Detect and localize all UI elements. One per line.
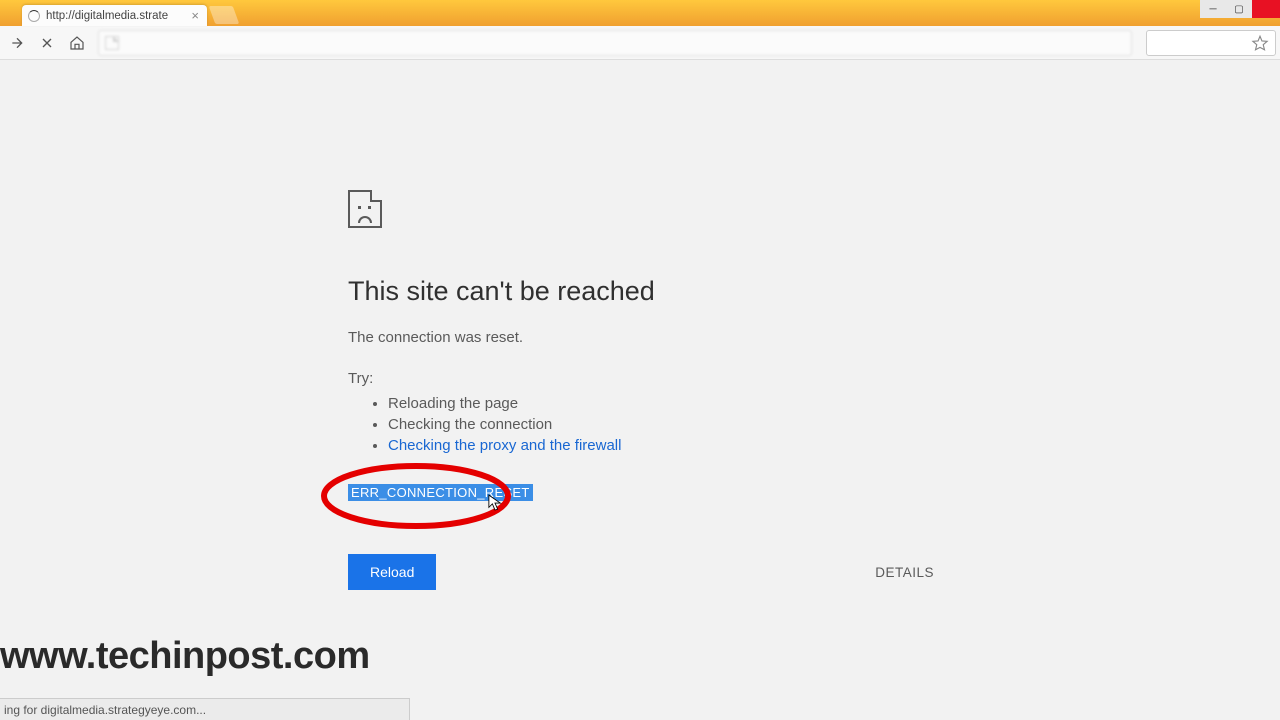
- nav-forward-button[interactable]: [4, 30, 30, 56]
- cursor-icon: [488, 494, 502, 517]
- window-maximize-button[interactable]: ▢: [1226, 0, 1252, 18]
- page-content: This site can't be reached The connectio…: [0, 60, 1280, 720]
- address-bar[interactable]: [98, 30, 1132, 56]
- error-subtitle: The connection was reset.: [348, 329, 948, 346]
- sad-page-icon: [348, 190, 382, 228]
- window-controls: ─ ▢: [1200, 0, 1280, 18]
- bookmark-box[interactable]: [1146, 30, 1276, 56]
- window-minimize-button[interactable]: ─: [1200, 0, 1226, 18]
- error-buttons-row: Reload DETAILS: [348, 554, 934, 590]
- star-icon: [1251, 34, 1269, 52]
- arrow-forward-icon: [9, 35, 25, 51]
- error-try-label: Try:: [348, 370, 948, 387]
- tab-close-icon[interactable]: ×: [189, 8, 201, 23]
- loading-spinner-icon: [28, 10, 40, 22]
- nav-home-button[interactable]: [64, 30, 90, 56]
- details-button[interactable]: DETAILS: [875, 565, 934, 580]
- error-code-wrapper: ERR_CONNECTION_RESET: [348, 484, 533, 502]
- browser-toolbar: [0, 26, 1280, 60]
- status-bar: ing for digitalmedia.strategyeye.com...: [0, 698, 410, 720]
- error-suggestion: Checking the proxy and the firewall: [388, 437, 948, 454]
- tab-title: http://digitalmedia.strate: [46, 10, 189, 22]
- nav-stop-button[interactable]: [34, 30, 60, 56]
- error-suggestion: Reloading the page: [388, 395, 948, 412]
- error-heading: This site can't be reached: [348, 276, 948, 307]
- error-code: ERR_CONNECTION_RESET: [348, 484, 533, 501]
- error-suggestion-list: Reloading the page Checking the connecti…: [388, 395, 948, 454]
- watermark-text: www.techinpost.com: [0, 635, 370, 678]
- error-suggestion: Checking the connection: [388, 416, 948, 433]
- window-titlebar: http://digitalmedia.strate × ─ ▢: [0, 0, 1280, 26]
- new-tab-button[interactable]: [209, 6, 240, 24]
- home-icon: [69, 35, 85, 51]
- close-icon: [39, 35, 55, 51]
- error-panel: This site can't be reached The connectio…: [348, 190, 948, 590]
- page-icon: [105, 36, 119, 50]
- browser-tab[interactable]: http://digitalmedia.strate ×: [22, 5, 207, 26]
- error-proxy-link[interactable]: Checking the proxy and the firewall: [388, 437, 621, 454]
- reload-button[interactable]: Reload: [348, 554, 436, 590]
- window-close-button[interactable]: [1252, 0, 1280, 18]
